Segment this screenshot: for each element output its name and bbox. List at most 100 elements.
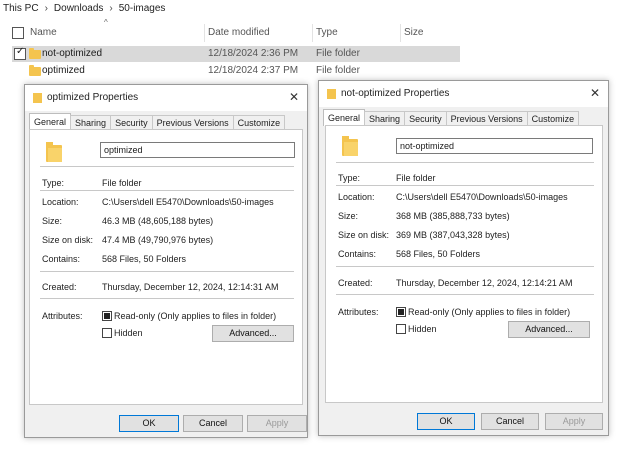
column-header-row: ^ Name Date modified Type Size xyxy=(0,18,460,42)
row-name: not-optimized xyxy=(42,48,103,59)
cancel-button[interactable]: Cancel xyxy=(481,413,539,430)
breadcrumb-this-pc[interactable]: This PC xyxy=(3,0,39,18)
dialog-title: not-optimized Properties xyxy=(341,88,450,99)
tab-general[interactable]: General xyxy=(323,109,366,126)
chevron-right-icon: › xyxy=(44,3,48,14)
location-value: C:\Users\dell E5470\Downloads\50-images xyxy=(102,197,274,207)
breadcrumb: This PC › Downloads › 50-images xyxy=(0,0,165,18)
tab-security[interactable]: Security xyxy=(404,111,447,126)
created-label: Created: xyxy=(42,282,77,292)
close-icon[interactable]: ✕ xyxy=(590,86,600,100)
attributes-label: Attributes: xyxy=(338,307,379,317)
type-value: File folder xyxy=(396,173,436,183)
folder-icon xyxy=(29,48,41,59)
size-value: 368 MB (385,888,733 bytes) xyxy=(396,211,510,221)
tab-customize[interactable]: Customize xyxy=(232,115,286,130)
location-label: Location: xyxy=(42,197,79,207)
tab-strip: General Sharing Security Previous Versio… xyxy=(323,109,580,126)
column-divider[interactable] xyxy=(400,24,401,42)
tab-customize[interactable]: Customize xyxy=(526,111,580,126)
size-on-disk-value: 369 MB (387,043,328 bytes) xyxy=(396,230,510,240)
row-date: 12/18/2024 2:37 PM xyxy=(208,65,299,76)
hidden-checkbox[interactable] xyxy=(102,328,112,338)
readonly-checkbox[interactable] xyxy=(102,311,112,321)
type-label: Type: xyxy=(42,178,65,188)
tab-sharing[interactable]: Sharing xyxy=(70,115,112,130)
tab-security[interactable]: Security xyxy=(110,115,153,130)
divider xyxy=(40,271,294,272)
advanced-button[interactable]: Advanced... xyxy=(212,325,294,342)
folder-name-input[interactable]: optimized xyxy=(100,142,295,158)
breadcrumb-downloads[interactable]: Downloads xyxy=(54,0,103,18)
folder-icon xyxy=(29,65,41,76)
breadcrumb-50-images[interactable]: 50-images xyxy=(119,0,166,18)
contains-value: 568 Files, 50 Folders xyxy=(396,249,481,259)
size-value: 46.3 MB (48,605,188 bytes) xyxy=(102,216,214,226)
column-type[interactable]: Type xyxy=(316,27,338,38)
size-on-disk-value: 47.4 MB (49,790,976 bytes) xyxy=(102,235,214,245)
tab-previous-versions[interactable]: Previous Versions xyxy=(445,111,528,126)
type-value: File folder xyxy=(102,178,142,188)
contains-label: Contains: xyxy=(42,254,81,264)
divider xyxy=(336,185,594,186)
chevron-right-icon: › xyxy=(109,3,113,14)
location-label: Location: xyxy=(338,192,375,202)
list-item[interactable]: optimized 12/18/2024 2:37 PM File folder xyxy=(12,63,460,79)
hidden-checkbox[interactable] xyxy=(396,324,406,334)
attributes-label: Attributes: xyxy=(42,311,83,321)
folder-icon xyxy=(33,93,42,103)
close-icon[interactable]: ✕ xyxy=(289,90,299,104)
size-label: Size: xyxy=(42,216,63,226)
tab-general[interactable]: General xyxy=(29,113,72,130)
readonly-checkbox[interactable] xyxy=(396,307,406,317)
type-label: Type: xyxy=(338,173,361,183)
select-all-checkbox[interactable] xyxy=(12,27,24,39)
divider xyxy=(40,190,294,191)
divider xyxy=(40,298,294,299)
apply-button[interactable]: Apply xyxy=(545,413,603,430)
readonly-label: Read-only (Only applies to files in fold… xyxy=(114,311,277,321)
cancel-button[interactable]: Cancel xyxy=(183,415,243,432)
dialog-titlebar[interactable]: not-optimized Properties ✕ xyxy=(319,81,608,107)
location-value: C:\Users\dell E5470\Downloads\50-images xyxy=(396,192,568,202)
column-date-modified[interactable]: Date modified xyxy=(208,27,270,38)
column-name[interactable]: Name xyxy=(30,27,57,38)
divider xyxy=(336,162,594,163)
dialog-title: optimized Properties xyxy=(47,92,139,103)
created-label: Created: xyxy=(338,278,373,288)
sort-up-icon: ^ xyxy=(104,18,108,27)
divider xyxy=(336,294,594,295)
size-on-disk-label: Size on disk: xyxy=(42,235,94,245)
created-value: Thursday, December 12, 2024, 12:14:21 AM xyxy=(396,278,573,288)
folder-name-input[interactable]: not-optimized xyxy=(396,138,593,154)
properties-dialog-not-optimized: not-optimized Properties ✕ General Shari… xyxy=(318,80,609,436)
list-item[interactable]: not-optimized 12/18/2024 2:36 PM File fo… xyxy=(12,46,460,62)
dialog-titlebar[interactable]: optimized Properties ✕ xyxy=(25,85,307,111)
row-name: optimized xyxy=(42,65,85,76)
advanced-button[interactable]: Advanced... xyxy=(508,321,590,338)
general-panel: not-optimized Type: File folder Location… xyxy=(325,125,603,403)
contains-label: Contains: xyxy=(338,249,377,259)
size-label: Size: xyxy=(338,211,359,221)
tab-previous-versions[interactable]: Previous Versions xyxy=(151,115,234,130)
hidden-label: Hidden xyxy=(114,328,143,338)
row-type: File folder xyxy=(316,48,360,59)
divider xyxy=(336,266,594,267)
readonly-label: Read-only (Only applies to files in fold… xyxy=(408,307,571,317)
divider xyxy=(40,166,294,167)
row-type: File folder xyxy=(316,65,360,76)
tab-strip: General Sharing Security Previous Versio… xyxy=(29,113,286,130)
ok-button[interactable]: OK xyxy=(119,415,179,432)
column-size[interactable]: Size xyxy=(404,27,423,38)
ok-button[interactable]: OK xyxy=(417,413,475,430)
column-divider[interactable] xyxy=(312,24,313,42)
row-checkbox[interactable] xyxy=(14,46,26,60)
column-divider[interactable] xyxy=(204,24,205,42)
created-value: Thursday, December 12, 2024, 12:14:31 AM xyxy=(102,282,279,292)
properties-dialog-optimized: optimized Properties ✕ General Sharing S… xyxy=(24,84,308,438)
apply-button[interactable]: Apply xyxy=(247,415,307,432)
tab-sharing[interactable]: Sharing xyxy=(364,111,406,126)
size-on-disk-label: Size on disk: xyxy=(338,230,390,240)
contains-value: 568 Files, 50 Folders xyxy=(102,254,187,264)
general-panel: optimized Type: File folder Location: C:… xyxy=(29,129,303,405)
